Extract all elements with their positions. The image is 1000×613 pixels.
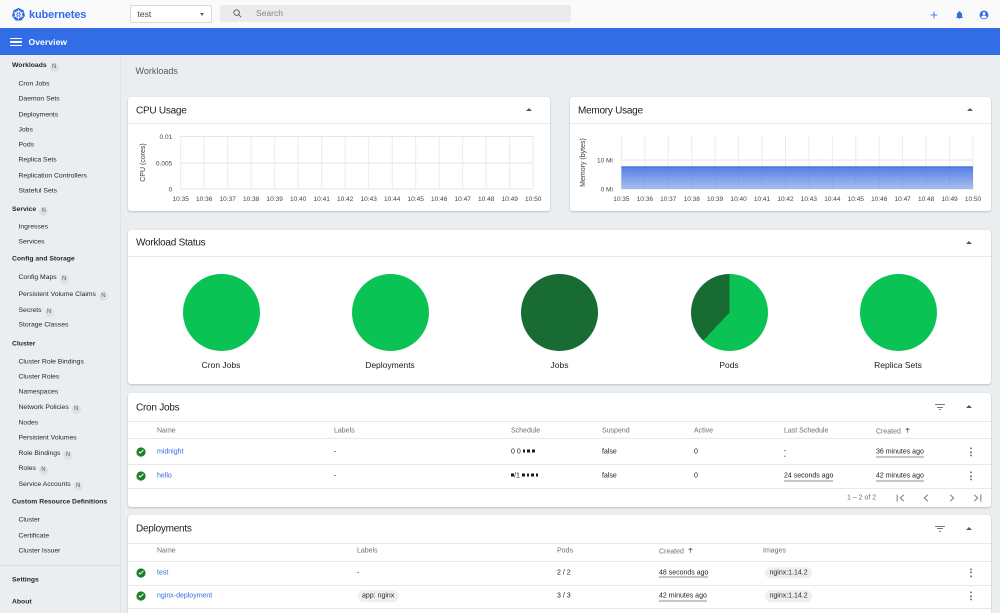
svg-text:10:39: 10:39 [707,196,724,203]
svg-text:0.005: 0.005 [156,160,173,167]
svg-text:10:45: 10:45 [848,196,865,203]
svg-text:10:45: 10:45 [408,196,425,203]
svg-text:10:46: 10:46 [431,196,448,203]
svg-text:10:39: 10:39 [267,196,284,203]
svg-text:10:36: 10:36 [196,196,213,203]
svg-text:10:35: 10:35 [173,196,190,203]
svg-text:10:48: 10:48 [918,196,935,203]
svg-text:10:40: 10:40 [290,196,307,203]
svg-text:10:50: 10:50 [965,196,982,203]
svg-text:10:43: 10:43 [801,196,818,203]
svg-text:10:49: 10:49 [941,196,958,203]
svg-text:0 Mi: 0 Mi [601,186,613,193]
svg-text:10:37: 10:37 [660,196,677,203]
svg-text:0: 0 [169,186,173,193]
svg-text:10:41: 10:41 [314,196,331,203]
svg-text:10:36: 10:36 [637,196,654,203]
svg-text:10:41: 10:41 [754,196,771,203]
svg-text:10:47: 10:47 [455,196,472,203]
svg-text:10:47: 10:47 [895,196,912,203]
svg-text:10:35: 10:35 [613,196,630,203]
svg-text:10:44: 10:44 [824,196,841,203]
svg-text:10:42: 10:42 [777,196,794,203]
svg-text:10:49: 10:49 [502,196,519,203]
svg-text:10 Mi: 10 Mi [597,157,613,164]
svg-text:10:43: 10:43 [361,196,378,203]
svg-text:Memory (bytes): Memory (bytes) [580,138,587,187]
svg-text:10:42: 10:42 [337,196,354,203]
svg-text:10:46: 10:46 [871,196,888,203]
svg-text:10:50: 10:50 [525,196,542,203]
svg-text:10:38: 10:38 [243,196,260,203]
svg-text:0.01: 0.01 [160,134,173,141]
svg-text:CPU (cores): CPU (cores) [140,143,147,182]
svg-text:10:40: 10:40 [730,196,747,203]
svg-text:10:38: 10:38 [684,196,701,203]
svg-text:10:37: 10:37 [220,196,237,203]
svg-text:10:48: 10:48 [478,196,495,203]
svg-text:10:44: 10:44 [384,196,401,203]
